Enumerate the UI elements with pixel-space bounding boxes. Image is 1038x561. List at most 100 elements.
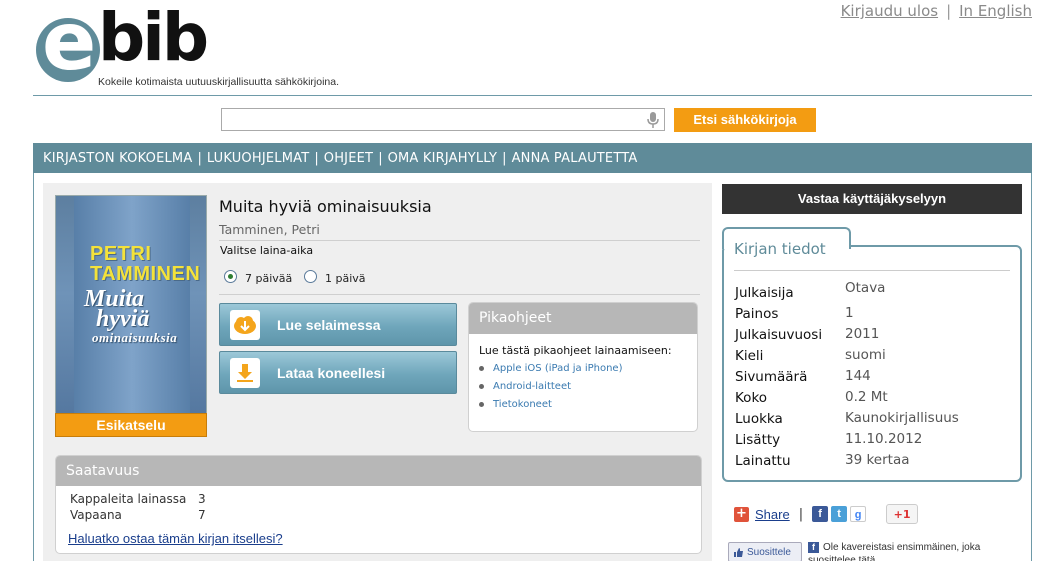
nav-separator: | (502, 150, 507, 166)
search-button[interactable]: Etsi sähkökirjoja (674, 108, 816, 132)
quick-guide-link-android[interactable]: Android-laitteet (493, 381, 571, 392)
book-info-heading: Kirjan tiedot (734, 240, 830, 258)
quick-guide-box: Pikaohjeet Lue tästä pikaohjeet lainaami… (468, 302, 698, 432)
book-title: Muita hyviä ominaisuuksia (219, 197, 432, 216)
share-row: + Share | f t g +1 (734, 504, 919, 524)
nav-separator: | (197, 150, 202, 166)
info-key-pages: Sivumäärä (735, 369, 808, 385)
logout-link[interactable]: Kirjaudu ulos (841, 2, 939, 20)
divider (219, 240, 700, 241)
info-value-size: 0.2 Mt (845, 389, 888, 405)
info-value-category: Kaunokirjallisuus (845, 410, 959, 426)
share-link[interactable]: Share (755, 507, 790, 522)
quick-guide-list: Apple iOS (iPad ja iPhone) Android-laitt… (479, 363, 697, 410)
loan-7-days-label[interactable]: 7 päivää (245, 272, 292, 285)
info-key-edition: Painos (735, 306, 779, 322)
user-survey-button[interactable]: Vastaa käyttäjäkyselyyn (722, 184, 1022, 214)
loan-1-day-radio[interactable] (304, 270, 317, 283)
like-text-content: Ole kavereistasi ensimmäinen, joka suosi… (808, 542, 981, 561)
book-cover[interactable]: PETRI TAMMINEN Muita hyviä ominaisuuksia (55, 195, 207, 414)
info-value-year: 2011 (845, 326, 880, 342)
cloud-download-icon (230, 309, 260, 340)
nav-item-my-bookshelf[interactable]: OMA KIRJAHYLLY (388, 151, 498, 166)
logo-tagline: Kokeile kotimaista uutuuskirjallisuutta … (98, 76, 340, 88)
read-in-browser-label: Lue selaimessa (277, 316, 381, 333)
facebook-like-text: f Ole kavereistasi ensimmäinen, joka suos… (808, 541, 1018, 561)
top-links-separator: | (946, 2, 952, 20)
quick-guide-link-ios[interactable]: Apple iOS (iPad ja iPhone) (493, 363, 622, 374)
search-input[interactable] (221, 108, 665, 131)
nav-item-collection[interactable]: KIRJASTON KOKOELMA (43, 151, 192, 166)
header-divider (33, 95, 1032, 96)
download-arrow-icon (230, 357, 260, 388)
info-key-added: Lisätty (735, 432, 781, 448)
cover-author: PETRI TAMMINEN (90, 243, 201, 285)
bullet-icon (479, 384, 484, 389)
quick-guide-heading: Pikaohjeet (469, 303, 697, 334)
logo-e: e (42, 0, 96, 88)
like-button-label: Suosittele (747, 546, 791, 558)
quick-guide-item[interactable]: Android-laitteet (479, 381, 697, 392)
google-plus-one-button[interactable]: +1 (886, 504, 919, 524)
main-nav: KIRJASTON KOKOELMA | LUKUOHJELMAT | OHJE… (33, 143, 1032, 173)
left-border (33, 173, 34, 561)
divider (734, 270, 1010, 271)
logo-bib: bib (98, 0, 209, 76)
free-copies-value: 7 (198, 508, 206, 522)
book-author[interactable]: Tamminen, Petri (219, 222, 320, 237)
google-icon[interactable]: g (850, 506, 867, 522)
quick-guide-link-computers[interactable]: Tietokoneet (493, 399, 552, 410)
info-value-pages: 144 (845, 368, 871, 384)
facebook-like-button[interactable]: Suosittele (728, 542, 802, 561)
share-separator: | (798, 506, 804, 522)
microphone-icon[interactable] (646, 111, 660, 129)
loan-period-label: Valitse laina-aika (220, 244, 314, 257)
preview-button[interactable]: Esikatselu (55, 413, 207, 437)
loan-1-day-label[interactable]: 1 päivä (325, 272, 366, 285)
info-key-publisher: Julkaisija (735, 285, 794, 301)
info-key-category: Luokka (735, 411, 783, 427)
availability-box: Saatavuus Kappaleita lainassa 3 Vapaana … (55, 455, 702, 554)
twitter-icon[interactable]: t (831, 506, 848, 522)
quick-guide-intro: Lue tästä pikaohjeet lainaamiseen: (479, 344, 672, 357)
thumbs-up-icon (734, 547, 743, 557)
info-key-borrowed: Lainattu (735, 453, 791, 469)
nav-separator: | (314, 150, 319, 166)
info-key-year: Julkaisuvuosi (735, 327, 823, 343)
availability-heading: Saatavuus (56, 456, 701, 486)
info-value-added: 11.10.2012 (845, 431, 923, 447)
quick-guide-item[interactable]: Apple iOS (iPad ja iPhone) (479, 363, 697, 374)
nav-item-help[interactable]: OHJEET (324, 151, 373, 166)
cover-title-line-2: hyviä (96, 306, 150, 332)
download-label: Lataa koneellesi (277, 364, 386, 381)
buy-book-link[interactable]: Haluatko ostaa tämän kirjan itsellesi? (68, 531, 283, 546)
copies-on-loan-value: 3 (198, 492, 206, 506)
google-plus-one-label: +1 (893, 507, 911, 521)
right-border (1031, 173, 1032, 561)
cover-title-line-3: ominaisuuksia (92, 330, 178, 345)
info-key-language: Kieli (735, 348, 764, 364)
info-value-edition: 1 (845, 305, 854, 321)
facebook-icon[interactable]: f (812, 506, 829, 522)
nav-item-feedback[interactable]: ANNA PALAUTETTA (512, 151, 638, 166)
facebook-small-icon: f (808, 542, 819, 553)
in-english-link[interactable]: In English (959, 2, 1032, 20)
info-key-size: Koko (735, 390, 768, 406)
loan-7-days-radio[interactable] (224, 270, 237, 283)
read-in-browser-button[interactable]: Lue selaimessa (219, 303, 457, 346)
info-value-language: suomi (845, 347, 886, 363)
info-value-publisher: Otava (845, 280, 886, 296)
download-button[interactable]: Lataa koneellesi (219, 351, 457, 394)
info-value-borrowed: 39 kertaa (845, 452, 910, 468)
free-copies-label: Vapaana (70, 508, 122, 522)
divider (219, 294, 700, 295)
quick-guide-item[interactable]: Tietokoneet (479, 399, 697, 410)
bullet-icon (479, 402, 484, 407)
share-plus-icon[interactable]: + (734, 506, 749, 522)
nav-separator: | (378, 150, 383, 166)
ebib-logo[interactable]: e bib Kokeile kotimaista uutuuskirjallis… (36, 0, 366, 92)
top-links: Kirjaudu ulos | In English (841, 2, 1032, 20)
nav-item-reading-apps[interactable]: LUKUOHJELMAT (207, 151, 310, 166)
bullet-icon (479, 366, 484, 371)
copies-on-loan-label: Kappaleita lainassa (70, 492, 187, 506)
